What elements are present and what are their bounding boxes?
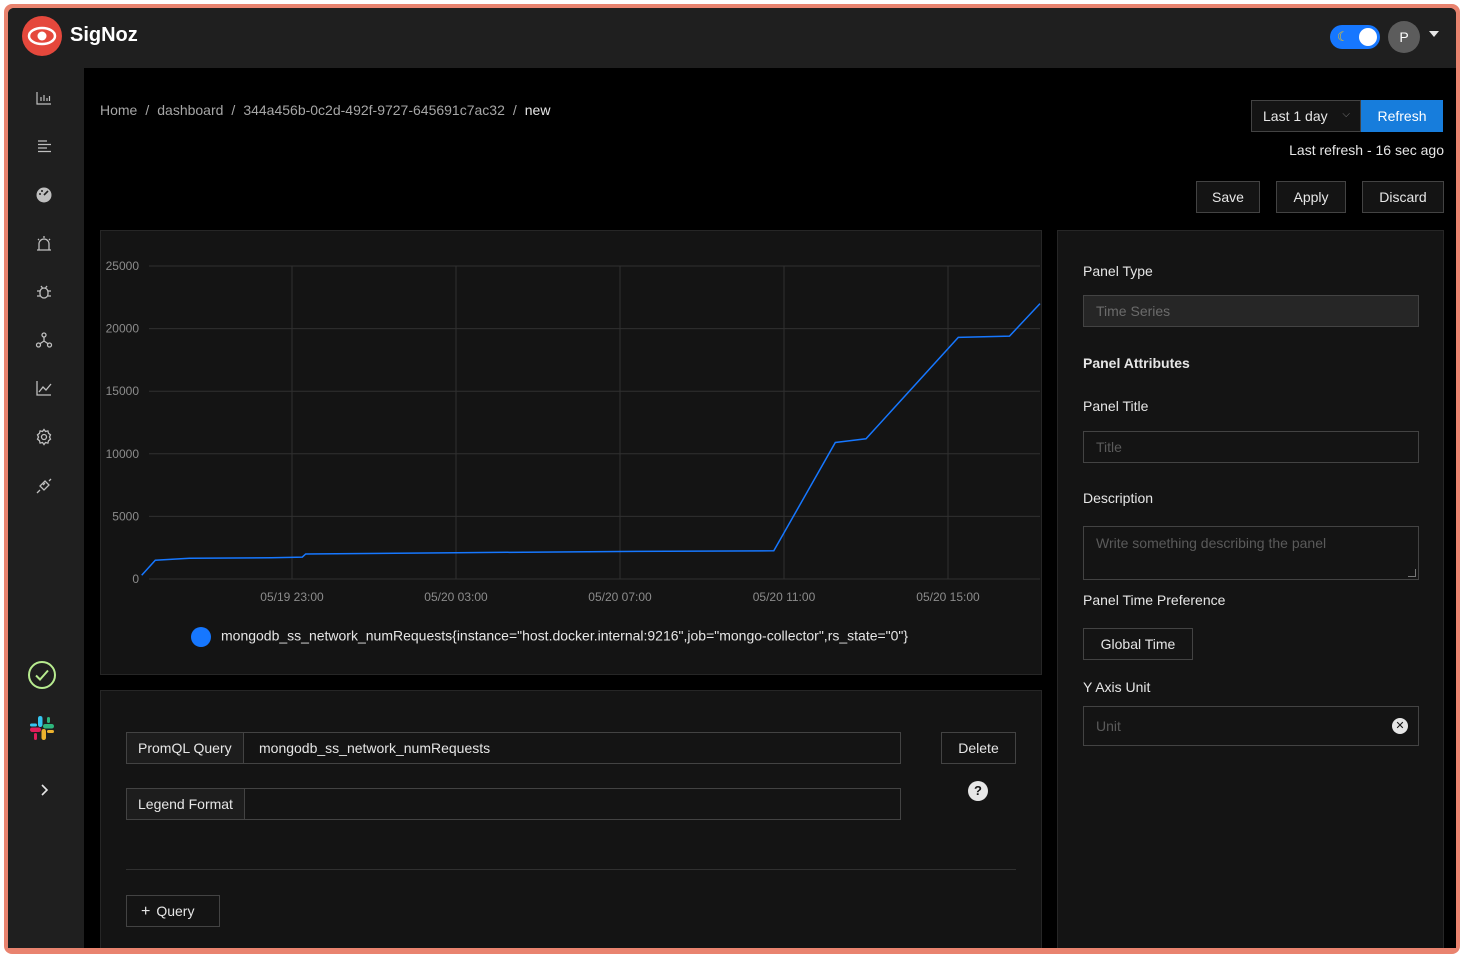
series-line	[141, 303, 1041, 576]
y-tick-label: 20000	[106, 322, 140, 336]
panel-title-label: Panel Title	[1083, 398, 1149, 414]
service-map-icon[interactable]	[34, 330, 54, 350]
logs-icon[interactable]	[34, 136, 54, 156]
expand-chevron-icon[interactable]	[34, 780, 54, 800]
time-range-select[interactable]: Last 1 day ⌵	[1251, 100, 1361, 132]
app-window: SigNoz ☾ P Home / dashboard / 344a456b-0…	[8, 8, 1456, 948]
promql-query-input[interactable]: mongodb_ss_network_numRequests	[259, 733, 490, 763]
legend-format-field[interactable]: Legend Format	[126, 788, 901, 820]
x-tick-label: 05/19 23:00	[260, 590, 324, 604]
breadcrumb-current: new	[524, 102, 551, 118]
theme-toggle[interactable]: ☾	[1330, 25, 1380, 49]
delete-query-button[interactable]: Delete	[941, 732, 1016, 764]
apply-button[interactable]: Apply	[1276, 181, 1346, 213]
breadcrumb: Home / dashboard/344a456b-0c2d-492f-9727-6…	[100, 102, 551, 118]
clear-icon[interactable]: ✕	[1392, 718, 1408, 734]
discard-button[interactable]: Discard	[1362, 181, 1444, 213]
resize-handle-icon[interactable]	[1408, 569, 1416, 577]
help-icon[interactable]: ?	[968, 781, 988, 801]
slack-icon[interactable]	[28, 714, 56, 742]
save-button[interactable]: Save	[1196, 181, 1260, 213]
y-tick-label: 25000	[106, 259, 140, 273]
chevron-down-icon: ⌵	[1342, 109, 1350, 120]
promql-query-label: PromQL Query	[127, 733, 244, 763]
moon-icon: ☾	[1337, 29, 1349, 44]
panel-type-label: Panel Type	[1083, 263, 1153, 279]
chart-panel: 25000 20000 15000 10000 5000 0 05/19 23:00 05/2…	[100, 230, 1042, 675]
alerts-icon[interactable]	[34, 234, 54, 254]
settings-icon[interactable]	[34, 427, 54, 447]
app-name[interactable]: SigNoz	[70, 24, 138, 47]
integrations-icon[interactable]	[34, 476, 54, 496]
legend-format-label: Legend Format	[127, 789, 245, 819]
user-menu-chevron-down-icon[interactable]	[1429, 31, 1439, 37]
x-tick-label: 05/20 07:00	[588, 590, 652, 604]
y-tick-label: 10000	[106, 447, 140, 461]
query-panel: PromQL Query mongodb_ss_network_numReque…	[100, 690, 1042, 948]
signoz-logo-icon[interactable]	[22, 16, 62, 56]
dashboard-icon[interactable]	[34, 88, 54, 108]
y-axis-unit-select[interactable]: Unit ✕	[1083, 706, 1419, 746]
y-tick-label: 0	[132, 572, 139, 586]
user-avatar[interactable]: P	[1388, 21, 1420, 53]
status-check-icon[interactable]	[27, 660, 57, 690]
panel-settings: Panel Type Time Series Panel Attributes …	[1057, 230, 1444, 948]
add-query-label: Query	[156, 903, 195, 919]
y-axis-unit-label: Y Axis Unit	[1083, 679, 1151, 695]
time-preference-label: Panel Time Preference	[1083, 592, 1226, 608]
sidebar	[8, 68, 84, 948]
bug-icon[interactable]	[34, 282, 54, 302]
y-tick-label: 5000	[112, 509, 139, 523]
promql-query-field[interactable]: PromQL Query mongodb_ss_network_numReque…	[126, 732, 901, 764]
time-range-value: Last 1 day	[1263, 108, 1328, 124]
time-series-chart[interactable]: 25000 20000 15000 10000 5000 0 05/19 23:00 05/2…	[101, 231, 1041, 616]
metrics-chart-icon[interactable]	[34, 378, 54, 398]
breadcrumb-dashboard-id[interactable]: 344a456b-0c2d-492f-9727-645691c7ac32	[243, 102, 505, 118]
toggle-knob	[1359, 28, 1377, 46]
services-icon[interactable]	[34, 185, 54, 205]
x-tick-label: 05/20 03:00	[424, 590, 488, 604]
main-content: Home / dashboard/344a456b-0c2d-492f-9727-6…	[84, 68, 1456, 948]
add-query-button[interactable]: + Query	[126, 895, 220, 927]
panel-type-select[interactable]: Time Series	[1083, 295, 1419, 327]
panel-title-input[interactable]: Title	[1083, 431, 1419, 463]
breadcrumb-home[interactable]: Home	[100, 102, 137, 118]
description-placeholder: Write something describing the panel	[1096, 535, 1327, 551]
chart-legend[interactable]: mongodb_ss_network_numRequests{instance=…	[191, 627, 908, 647]
top-header: SigNoz ☾ P	[8, 8, 1456, 68]
refresh-button[interactable]: Refresh	[1361, 100, 1443, 132]
description-textarea[interactable]: Write something describing the panel	[1083, 526, 1419, 580]
y-axis-unit-placeholder: Unit	[1096, 718, 1121, 734]
breadcrumb-dashboard[interactable]: dashboard	[157, 102, 223, 118]
x-tick-label: 05/20 11:00	[753, 590, 816, 604]
panel-attributes-heading: Panel Attributes	[1083, 355, 1190, 371]
x-tick-label: 05/20 15:00	[916, 590, 980, 604]
last-refresh-text: Last refresh - 16 sec ago	[1289, 142, 1444, 158]
description-label: Description	[1083, 490, 1154, 506]
y-tick-label: 15000	[106, 384, 140, 398]
divider	[126, 869, 1016, 870]
legend-series-name: mongodb_ss_network_numRequests{instance=…	[221, 627, 909, 644]
global-time-button[interactable]: Global Time	[1083, 628, 1193, 660]
legend-color-dot	[191, 627, 211, 647]
plus-icon: +	[141, 903, 151, 920]
